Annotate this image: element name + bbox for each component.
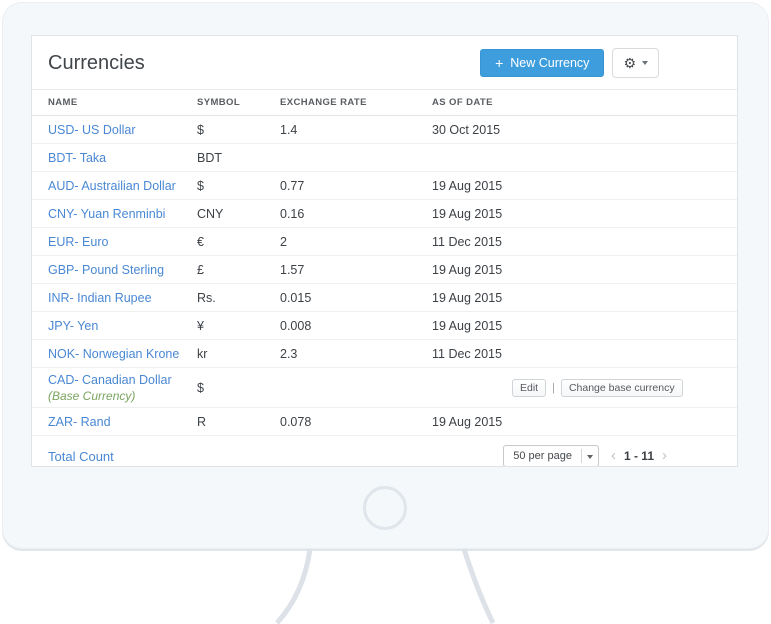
exchange-rate-cell: 0.015 <box>280 290 312 305</box>
name-cell: ZAR- Rand <box>48 415 197 429</box>
table-row: GBP- Pound Sterling £1.57 19 Aug 2015 <box>32 256 737 284</box>
next-page-icon[interactable]: › <box>662 448 667 463</box>
table-row: INR- Indian Rupee Rs. 0.015 19 Aug 2015 <box>32 284 737 312</box>
per-page-select[interactable]: 50 per page <box>503 445 599 466</box>
as-of-date-cell: 19 Aug 2015 <box>432 178 503 193</box>
table-footer: Total Count 50 per page ‹ 1 - 11 › <box>32 436 737 466</box>
symbol-cell: Rs. <box>197 290 216 305</box>
stepper-down-icon <box>586 455 593 459</box>
prev-page-icon[interactable]: ‹ <box>611 448 616 463</box>
as-of-date-cell: Edit | Change base currency <box>432 378 737 397</box>
table-row: NOK- Norwegian Krone kr 2.3 11 Dec 2015 <box>32 340 737 368</box>
currency-name-link[interactable]: USD- US Dollar <box>48 123 136 137</box>
monitor-stand <box>275 548 496 624</box>
monitor-logo-circle <box>363 486 407 530</box>
exchange-rate-cell: 0.078 <box>280 414 312 429</box>
edit-button[interactable]: Edit <box>512 378 547 397</box>
symbol-cell: kr <box>197 346 208 361</box>
symbol-cell: $ <box>197 380 204 395</box>
symbol-cell: $ <box>197 178 204 193</box>
settings-dropdown-button[interactable]: ⚙ <box>612 48 659 78</box>
new-currency-button[interactable]: + New Currency <box>480 49 605 77</box>
total-count-link[interactable]: Total Count <box>48 449 114 464</box>
currency-name-link[interactable]: ZAR- Rand <box>48 415 111 429</box>
column-header: NAME <box>48 97 78 108</box>
table-body: USD- US Dollar $1.4 30 Oct 2015 BDT- Taka BD… <box>32 116 737 436</box>
currency-name-link[interactable]: AUD- Austrailian Dollar <box>48 179 176 193</box>
symbol-cell: ¥ <box>197 318 204 333</box>
table-row: CAD- Canadian Dollar (Base Currency) $ Edit… <box>32 368 737 408</box>
currency-name-link[interactable]: CNY- Yuan Renminbi <box>48 207 165 221</box>
as-of-date-cell: 19 Aug 2015 <box>432 318 503 333</box>
action-separator: | <box>552 381 555 394</box>
as-of-date-cell: 19 Aug 2015 <box>432 290 503 305</box>
currency-name-link[interactable]: GBP- Pound Sterling <box>48 263 164 277</box>
table-header: NAME SYMBOL EXCHANGE RATE AS OF DATE <box>32 89 737 116</box>
exchange-rate-cell: 2.3 <box>280 346 298 361</box>
change-base-currency-button[interactable]: Change base currency <box>560 378 683 397</box>
name-cell: NOK- Norwegian Krone <box>48 347 197 361</box>
table-row: AUD- Austrailian Dollar $0.77 19 Aug 2015 <box>32 172 737 200</box>
panel-header: Currencies + New Currency ⚙ <box>32 36 737 89</box>
pagination: ‹ 1 - 11 › <box>611 448 667 463</box>
name-cell: EUR- Euro <box>48 235 197 249</box>
symbol-cell: $ <box>197 122 204 137</box>
base-currency-label: (Base Currency) <box>48 388 136 403</box>
exchange-rate-cell: 0.008 <box>280 318 312 333</box>
currency-name-link[interactable]: INR- Indian Rupee <box>48 291 152 305</box>
name-cell: JPY- Yen <box>48 319 197 333</box>
stepper-icon <box>580 449 598 463</box>
plus-icon: + <box>495 55 504 71</box>
currency-name-link[interactable]: NOK- Norwegian Krone <box>48 347 179 361</box>
currencies-panel: Currencies + New Currency ⚙ NAME SYMBOL EX… <box>31 35 738 467</box>
table-row: ZAR- Rand R 0.078 19 Aug 2015 <box>32 408 737 436</box>
as-of-date-cell: 30 Oct 2015 <box>432 122 501 137</box>
column-header: SYMBOL <box>197 97 241 108</box>
symbol-cell: R <box>197 414 207 429</box>
currency-name-link[interactable]: EUR- Euro <box>48 235 108 249</box>
name-cell: AUD- Austrailian Dollar <box>48 179 197 193</box>
name-cell: CAD- Canadian Dollar (Base Currency) <box>48 373 197 403</box>
new-currency-label: New Currency <box>510 56 590 70</box>
currency-name-link[interactable]: BDT- Taka <box>48 151 106 165</box>
table-row: BDT- Taka BDT <box>32 144 737 172</box>
page-title: Currencies <box>48 52 145 74</box>
header-actions: + New Currency ⚙ <box>480 48 659 78</box>
column-header: EXCHANGE RATE <box>280 97 367 108</box>
symbol-cell: € <box>197 234 204 249</box>
exchange-rate-cell: 1.57 <box>280 262 305 277</box>
base-currency-actions: Edit | Change base currency <box>512 378 737 397</box>
table-row: CNY- Yuan Renminbi CNY 0.16 19 Aug 2015 <box>32 200 737 228</box>
name-cell: GBP- Pound Sterling <box>48 263 197 277</box>
footer-controls: 50 per page ‹ 1 - 11 › <box>503 445 667 466</box>
gear-icon: ⚙ <box>623 55 636 71</box>
name-cell: BDT- Taka <box>48 151 197 165</box>
table-row: USD- US Dollar $1.4 30 Oct 2015 <box>32 116 737 144</box>
table-row: EUR- Euro €2 11 Dec 2015 <box>32 228 737 256</box>
exchange-rate-cell: 0.16 <box>280 206 305 221</box>
chevron-down-icon <box>642 61 648 65</box>
column-header: AS OF DATE <box>432 97 493 108</box>
name-cell: CNY- Yuan Renminbi <box>48 207 197 221</box>
per-page-value: 50 per page <box>513 450 572 462</box>
currency-name-link[interactable]: CAD- Canadian Dollar <box>48 373 172 387</box>
currency-name-link[interactable]: JPY- Yen <box>48 319 98 333</box>
as-of-date-cell: 19 Aug 2015 <box>432 262 503 277</box>
exchange-rate-cell: 1.4 <box>280 122 298 137</box>
name-cell: INR- Indian Rupee <box>48 291 197 305</box>
exchange-rate-cell: 0.77 <box>280 178 305 193</box>
as-of-date-cell: 11 Dec 2015 <box>432 346 502 361</box>
name-cell: USD- US Dollar <box>48 123 197 137</box>
symbol-cell: £ <box>197 262 204 277</box>
as-of-date-cell: 19 Aug 2015 <box>432 414 503 429</box>
as-of-date-cell: 19 Aug 2015 <box>432 206 503 221</box>
symbol-cell: CNY <box>197 206 224 221</box>
as-of-date-cell: 11 Dec 2015 <box>432 234 502 249</box>
exchange-rate-cell: 2 <box>280 234 287 249</box>
table-row: JPY- Yen ¥0.008 19 Aug 2015 <box>32 312 737 340</box>
symbol-cell: BDT <box>197 150 222 165</box>
page-range-label: 1 - 11 <box>623 449 654 463</box>
